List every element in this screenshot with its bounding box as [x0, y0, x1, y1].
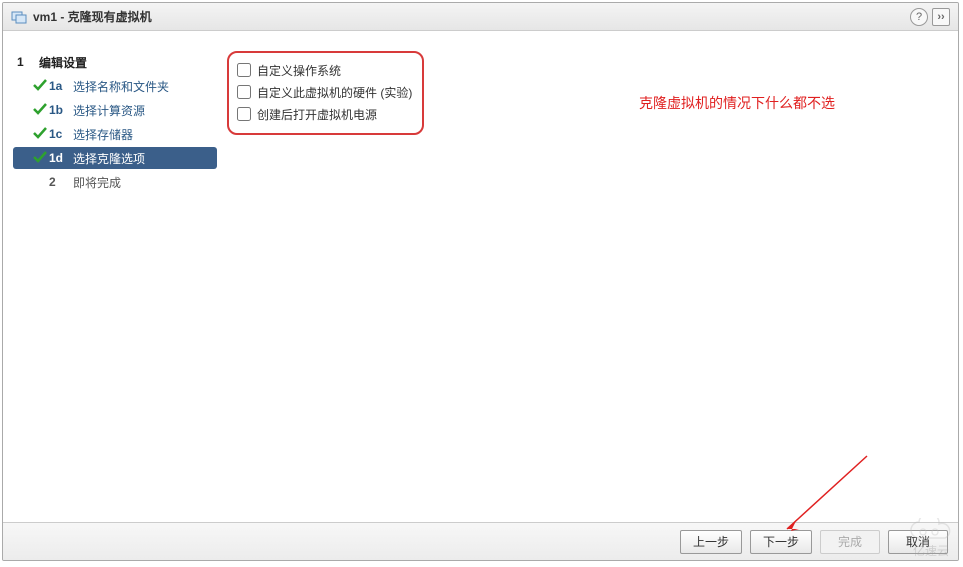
checkmark-icon	[33, 127, 49, 141]
step-number: 1a	[49, 79, 73, 93]
dialog-body: 1 编辑设置 1a 选择名称和文件夹 1b 选择计算资源	[3, 31, 958, 522]
advance-icon[interactable]: ››	[932, 8, 950, 26]
step-number: 1	[17, 55, 39, 69]
step-label: 编辑设置	[39, 54, 87, 71]
step-select-name[interactable]: 1a 选择名称和文件夹	[13, 75, 217, 97]
wizard-steps-sidebar: 1 编辑设置 1a 选择名称和文件夹 1b 选择计算资源	[3, 31, 217, 522]
step-clone-options[interactable]: 1d 选择克隆选项	[13, 147, 217, 169]
option-label: 自定义此虚拟机的硬件 (实验)	[257, 84, 412, 101]
help-icon[interactable]: ?	[910, 8, 928, 26]
options-group-highlight: 自定义操作系统 自定义此虚拟机的硬件 (实验) 创建后打开虚拟机电源	[227, 51, 424, 135]
checkbox-customize-os[interactable]	[237, 63, 251, 77]
checkbox-customize-hardware[interactable]	[237, 85, 251, 99]
step-label: 选择存储器	[73, 126, 133, 143]
option-power-on[interactable]: 创建后打开虚拟机电源	[237, 103, 412, 125]
option-label: 自定义操作系统	[257, 62, 341, 79]
vm-icon	[11, 9, 27, 25]
next-button[interactable]: 下一步	[750, 530, 812, 554]
watermark: 亿速云	[905, 518, 957, 559]
wizard-footer: 上一步 下一步 完成 取消	[3, 522, 958, 560]
checkmark-icon	[33, 79, 49, 93]
wizard-content: 自定义操作系统 自定义此虚拟机的硬件 (实验) 创建后打开虚拟机电源 克隆虚拟机…	[217, 31, 958, 522]
step-label: 选择名称和文件夹	[73, 78, 169, 95]
step-select-compute[interactable]: 1b 选择计算资源	[13, 99, 217, 121]
step-label: 选择克隆选项	[73, 150, 145, 167]
watermark-text: 亿速云	[913, 542, 949, 559]
titlebar: vm1 - 克隆现有虚拟机 ? ››	[3, 3, 958, 31]
option-customize-os[interactable]: 自定义操作系统	[237, 59, 412, 81]
step-edit-settings[interactable]: 1 编辑设置	[13, 51, 217, 73]
step-label: 选择计算资源	[73, 102, 145, 119]
step-select-storage[interactable]: 1c 选择存储器	[13, 123, 217, 145]
checkmark-icon	[33, 151, 49, 165]
wizard-dialog: vm1 - 克隆现有虚拟机 ? ›› 1 编辑设置 1a 选择名称和文件夹 1b	[2, 2, 959, 561]
option-customize-hardware[interactable]: 自定义此虚拟机的硬件 (实验)	[237, 81, 412, 103]
dialog-title: vm1 - 克隆现有虚拟机	[33, 8, 906, 25]
step-number: 1c	[49, 127, 73, 141]
checkmark-icon	[33, 103, 49, 117]
step-ready-complete: 2 即将完成	[13, 171, 217, 193]
step-number: 1d	[49, 151, 73, 165]
checkmark-icon	[33, 175, 49, 189]
finish-button: 完成	[820, 530, 880, 554]
option-label: 创建后打开虚拟机电源	[257, 106, 377, 123]
annotation-text: 克隆虚拟机的情况下什么都不选	[639, 93, 835, 113]
step-number: 1b	[49, 103, 73, 117]
step-number: 2	[49, 175, 73, 189]
step-label: 即将完成	[73, 174, 121, 191]
checkbox-power-on[interactable]	[237, 107, 251, 121]
back-button[interactable]: 上一步	[680, 530, 742, 554]
cloud-icon	[905, 518, 957, 542]
